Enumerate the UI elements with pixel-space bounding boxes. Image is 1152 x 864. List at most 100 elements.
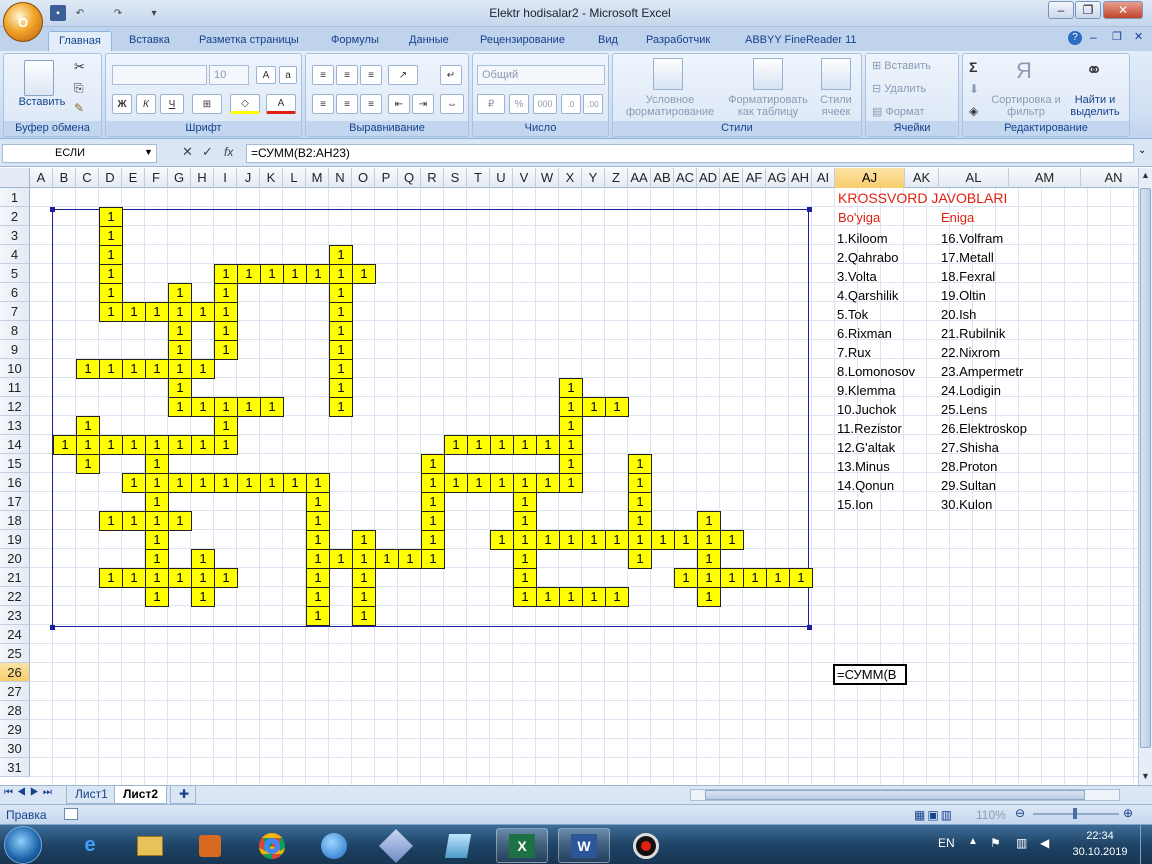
crossword-cell-g10[interactable]: 1 — [168, 359, 192, 379]
align-bottom-icon[interactable]: ≡ — [360, 65, 382, 85]
action-center-icon[interactable]: ⚑ — [990, 836, 1001, 850]
ribbon-minimize-icon[interactable]: – — [1090, 30, 1097, 44]
crossword-cell-aa17[interactable]: 1 — [628, 492, 652, 512]
crossword-cell-c13[interactable]: 1 — [76, 416, 100, 436]
crossword-cell-h21[interactable]: 1 — [191, 568, 215, 588]
column-header-i[interactable]: I — [214, 168, 237, 188]
decrease-decimal-icon[interactable]: .00 — [583, 94, 603, 114]
column-header-ag[interactable]: AG — [766, 168, 789, 188]
crossword-cell-h14[interactable]: 1 — [191, 435, 215, 455]
crossword-cell-g16[interactable]: 1 — [168, 473, 192, 493]
crossword-cell-z22[interactable]: 1 — [605, 587, 629, 607]
crossword-cell-m16[interactable]: 1 — [306, 473, 330, 493]
crossword-cell-y12[interactable]: 1 — [582, 397, 606, 417]
crossword-cell-ad18[interactable]: 1 — [697, 511, 721, 531]
crossword-cell-i6[interactable]: 1 — [214, 283, 238, 303]
help-icon[interactable]: ? — [1068, 31, 1082, 45]
column-header-v[interactable]: V — [513, 168, 536, 188]
crossword-cell-v22[interactable]: 1 — [513, 587, 537, 607]
excel-taskbar-icon[interactable]: X — [496, 828, 548, 863]
column-header-p[interactable]: P — [375, 168, 398, 188]
column-header-m[interactable]: M — [306, 168, 329, 188]
crossword-cell-o22[interactable]: 1 — [352, 587, 376, 607]
crossword-cell-n7[interactable]: 1 — [329, 302, 353, 322]
ribbon-restore-icon[interactable]: ❐ — [1112, 30, 1122, 43]
crossword-cell-v21[interactable]: 1 — [513, 568, 537, 588]
expand-formula-icon[interactable]: ⌄ — [1138, 145, 1146, 156]
crossword-cell-l5[interactable]: 1 — [283, 264, 307, 284]
row-header-13[interactable]: 13 — [0, 416, 30, 435]
column-header-h[interactable]: H — [191, 168, 214, 188]
crossword-cell-x13[interactable]: 1 — [559, 416, 583, 436]
show-desktop-button[interactable] — [1140, 825, 1152, 864]
minimize-button[interactable]: – — [1048, 1, 1074, 19]
formula-input[interactable]: =СУММ(B2:AH23) — [246, 144, 1134, 163]
crossword-cell-e16[interactable]: 1 — [122, 473, 146, 493]
qat-customize-icon[interactable]: ▾ — [146, 5, 162, 21]
crossword-cell-o19[interactable]: 1 — [352, 530, 376, 550]
crossword-cell-d6[interactable]: 1 — [99, 283, 123, 303]
align-center-icon[interactable]: ≡ — [336, 94, 358, 114]
delete-cells-button[interactable]: ⊟ Удалить — [872, 83, 956, 95]
answer-vertical-28[interactable]: 28.Proton — [941, 459, 997, 474]
crossword-cell-n10[interactable]: 1 — [329, 359, 353, 379]
row-header-18[interactable]: 18 — [0, 511, 30, 530]
crossword-cell-aa19[interactable]: 1 — [628, 530, 652, 550]
row-header-9[interactable]: 9 — [0, 340, 30, 359]
crossword-cell-i13[interactable]: 1 — [214, 416, 238, 436]
crossword-cell-aa20[interactable]: 1 — [628, 549, 652, 569]
cell-styles-button[interactable]: Стили ячеек — [813, 94, 859, 118]
crossword-cell-e14[interactable]: 1 — [122, 435, 146, 455]
format-painter-icon[interactable]: ✎ — [74, 101, 84, 115]
crossword-cell-o20[interactable]: 1 — [352, 549, 376, 569]
tab-data[interactable]: Данные — [399, 31, 459, 51]
crossword-cell-r15[interactable]: 1 — [421, 454, 445, 474]
crossword-cell-m17[interactable]: 1 — [306, 492, 330, 512]
answer-horizontal-9[interactable]: 9.Klemma — [837, 383, 896, 398]
sheet-tab-2[interactable]: Лист2 — [114, 786, 168, 804]
thousands-icon[interactable]: 000 — [533, 94, 557, 114]
crossword-cell-r16[interactable]: 1 — [421, 473, 445, 493]
answer-vertical-22[interactable]: 22.Nixrom — [941, 345, 1000, 360]
crossword-cell-ab19[interactable]: 1 — [651, 530, 675, 550]
font-color-icon[interactable]: A — [266, 94, 296, 114]
crossword-cell-n6[interactable]: 1 — [329, 283, 353, 303]
grow-font-icon[interactable]: A — [256, 66, 276, 84]
column-header-a[interactable]: A — [30, 168, 53, 188]
column-header-k[interactable]: K — [260, 168, 283, 188]
crossword-cell-d10[interactable]: 1 — [99, 359, 123, 379]
font-name-combo[interactable] — [112, 65, 207, 85]
crossword-cell-f10[interactable]: 1 — [145, 359, 169, 379]
align-middle-icon[interactable]: ≡ — [336, 65, 358, 85]
crossword-cell-g11[interactable]: 1 — [168, 378, 192, 398]
crossword-cell-n5[interactable]: 1 — [329, 264, 353, 284]
crossword-cell-s16[interactable]: 1 — [444, 473, 468, 493]
sheet-tab-1[interactable]: Лист1 — [66, 786, 117, 804]
answer-horizontal-7[interactable]: 7.Rux — [837, 345, 871, 360]
crossword-cell-m20[interactable]: 1 — [306, 549, 330, 569]
column-header-aj[interactable]: AJ — [835, 168, 905, 188]
row-header-8[interactable]: 8 — [0, 321, 30, 340]
answer-vertical-27[interactable]: 27.Shisha — [941, 440, 999, 455]
format-as-table-button[interactable]: Форматировать как таблицу — [723, 94, 813, 118]
tab-page-layout[interactable]: Разметка страницы — [189, 31, 309, 51]
insert-sheet-icon[interactable]: ✚ — [170, 786, 196, 804]
row-header-27[interactable]: 27 — [0, 682, 30, 701]
close-button[interactable]: ✕ — [1103, 1, 1143, 19]
column-header-am[interactable]: AM — [1009, 168, 1081, 188]
crossword-cell-i8[interactable]: 1 — [214, 321, 238, 341]
crossword-cell-n12[interactable]: 1 — [329, 397, 353, 417]
conditional-format-button[interactable]: Условное форматирование — [615, 94, 725, 118]
row-header-12[interactable]: 12 — [0, 397, 30, 416]
crossword-cell-y22[interactable]: 1 — [582, 587, 606, 607]
crossword-cell-i16[interactable]: 1 — [214, 473, 238, 493]
crossword-cell-v16[interactable]: 1 — [513, 473, 537, 493]
autosum-icon[interactable]: Σ — [969, 59, 977, 75]
scroll-down-icon[interactable]: ▼ — [1141, 771, 1150, 781]
answer-vertical-23[interactable]: 23.Ampermetr — [941, 364, 1023, 379]
align-top-icon[interactable]: ≡ — [312, 65, 334, 85]
column-header-t[interactable]: T — [467, 168, 490, 188]
crossword-cell-i9[interactable]: 1 — [214, 340, 238, 360]
crossword-cell-m18[interactable]: 1 — [306, 511, 330, 531]
clear-icon[interactable]: ◈ — [969, 104, 978, 118]
